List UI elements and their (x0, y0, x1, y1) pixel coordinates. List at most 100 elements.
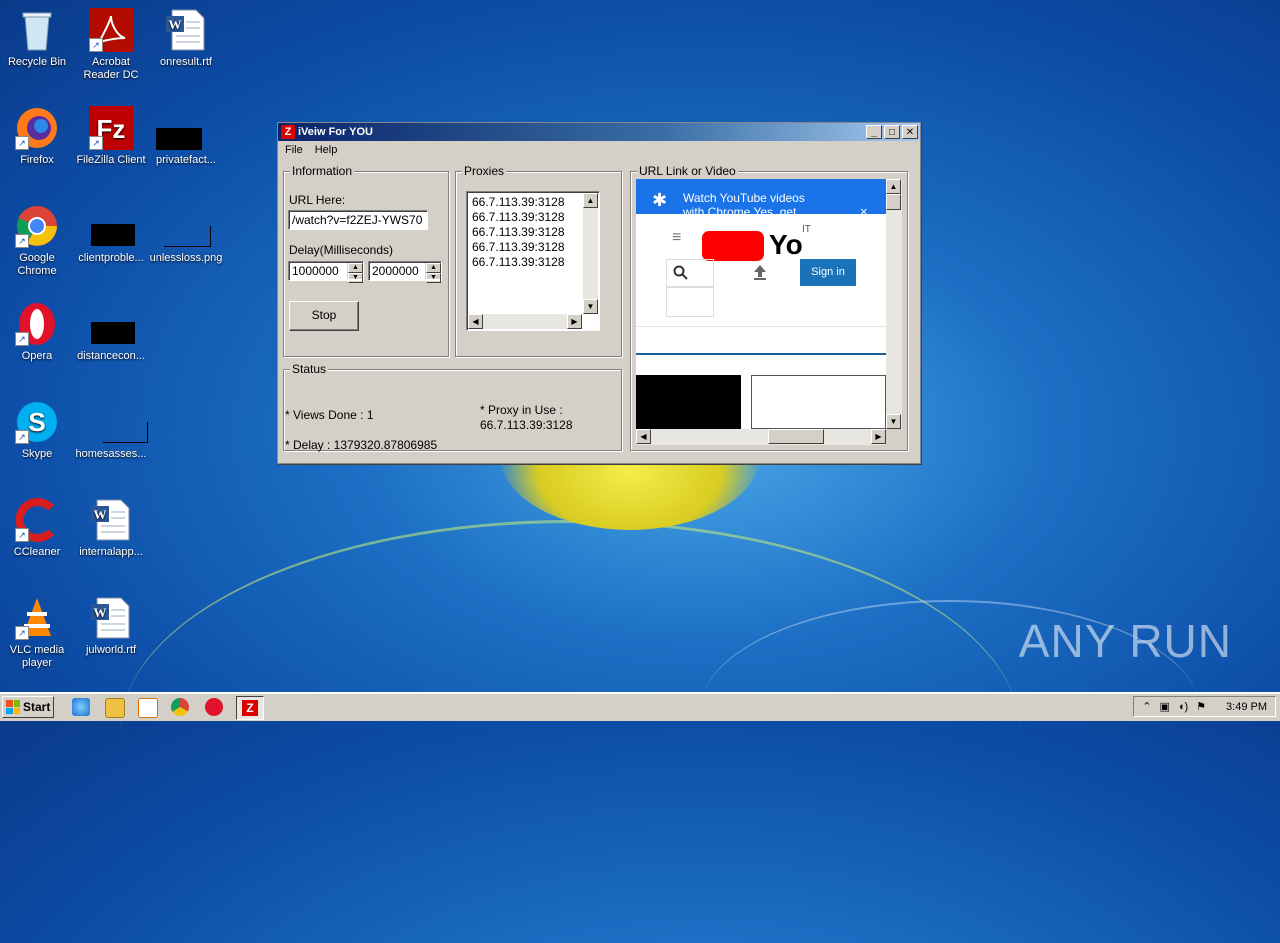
icon-label: VLC media player (9, 644, 65, 669)
scroll-right-icon[interactable]: ▶ (567, 314, 582, 329)
close-button[interactable]: ✕ (902, 125, 918, 139)
opera-taskbar-icon[interactable] (205, 698, 223, 716)
stop-button[interactable]: Stop (289, 301, 359, 331)
action-center-flag-icon[interactable]: ⚑ (1196, 700, 1206, 713)
menu-file[interactable]: File (285, 144, 303, 156)
redacted-thumbnail (91, 322, 135, 344)
video-thumbnail[interactable] (751, 375, 886, 429)
horizontal-scrollbar[interactable]: ◀ ▶ (468, 314, 582, 329)
acrobat-icon: ↗ (89, 8, 133, 52)
network-icon[interactable]: ▣ (1159, 700, 1169, 713)
browser-vertical-scrollbar[interactable]: ▲ ▼ (886, 179, 902, 429)
icon-label: clientproble... (78, 252, 144, 264)
system-tray: ⌃ ▣ ◖) ⚑ 3:49 PM (1133, 696, 1276, 717)
list-item[interactable]: 66.7.113.39:3128 (467, 255, 599, 270)
spin-down-icon[interactable]: ▼ (426, 273, 441, 283)
internet-explorer-icon[interactable] (72, 698, 90, 716)
desktop-icon-privatefact[interactable]: privatefact... (149, 106, 223, 167)
ccleaner-icon: ↗ (15, 498, 59, 542)
clock[interactable]: 3:49 PM (1226, 701, 1267, 713)
svg-text:W: W (94, 507, 107, 522)
desktop-icon-distancecon[interactable]: distancecon... (74, 302, 148, 363)
file-thumbnail-icon (89, 400, 148, 444)
scroll-down-icon[interactable]: ▼ (583, 299, 598, 314)
icon-label: privatefact... (156, 154, 216, 166)
scroll-down-icon[interactable]: ▼ (886, 414, 901, 429)
divider (636, 353, 886, 355)
hamburger-menu-icon[interactable]: ≡ (672, 229, 681, 247)
show-hidden-icons-icon[interactable]: ⌃ (1142, 700, 1151, 713)
desktop-icon-unlessloss[interactable]: unlessloss.png (149, 204, 223, 265)
desktop-icon-chrome[interactable]: ↗ Google Chrome (0, 204, 74, 278)
proxy-list[interactable]: 66.7.113.39:3128 66.7.113.39:3128 66.7.1… (466, 191, 600, 331)
volume-icon[interactable]: ◖) (1178, 701, 1188, 713)
scroll-left-icon[interactable]: ◀ (468, 314, 483, 329)
skype-icon: S ↗ (15, 400, 59, 444)
desktop-icon-vlc[interactable]: ↗ VLC media player (0, 596, 74, 670)
list-item[interactable]: 66.7.113.39:3128 (467, 225, 599, 240)
scroll-left-icon[interactable]: ◀ (636, 429, 651, 444)
search-field[interactable] (666, 287, 714, 317)
information-legend: Information (290, 164, 355, 178)
scroll-right-icon[interactable]: ▶ (871, 429, 886, 444)
spin-down-icon[interactable]: ▼ (348, 273, 363, 283)
iveiw-taskbar-button[interactable]: Z (236, 696, 264, 720)
opera-icon: ↗ (15, 302, 59, 346)
media-player-icon[interactable] (138, 698, 158, 718)
file-thumbnail-icon (156, 106, 208, 150)
icon-label: CCleaner (13, 546, 61, 558)
list-item[interactable]: 66.7.113.39:3128 (467, 195, 599, 210)
desktop-icon-clientproble[interactable]: clientproble... (74, 204, 148, 265)
spin-up-icon[interactable]: ▲ (348, 263, 363, 273)
firefox-icon: ↗ (15, 106, 59, 150)
delay-min-spinner[interactable]: ▲ ▼ (347, 263, 363, 283)
scroll-up-icon[interactable]: ▲ (583, 193, 598, 208)
scroll-thumb[interactable] (768, 429, 824, 444)
status-legend: Status (290, 362, 329, 376)
url-input[interactable]: /watch?v=f2ZEJ-YWS70 (288, 210, 428, 230)
shortcut-arrow-icon: ↗ (15, 136, 29, 150)
desktop-icon-ccleaner[interactable]: ↗ CCleaner (0, 498, 74, 559)
maximize-button[interactable]: □ (884, 125, 900, 139)
list-item[interactable]: 66.7.113.39:3128 (467, 210, 599, 225)
desktop-icon-homesasses[interactable]: homesasses... (74, 400, 148, 461)
upload-icon[interactable] (752, 263, 768, 281)
desktop-icon-filezilla[interactable]: Fz ↗ FileZilla Client (74, 106, 148, 167)
windows-logo-icon (6, 700, 20, 714)
sign-in-button[interactable]: Sign in (800, 259, 856, 286)
desktop-icon-opera[interactable]: ↗ Opera (0, 302, 74, 363)
desktop-icon-acrobat[interactable]: ↗ Acrobat Reader DC (74, 8, 148, 82)
redacted-thumbnail (164, 226, 211, 247)
shortcut-arrow-icon: ↗ (15, 626, 29, 640)
delay-max-spinner[interactable]: ▲ ▼ (425, 263, 441, 283)
desktop-icon-recycle-bin[interactable]: Recycle Bin (0, 8, 74, 69)
chrome-taskbar-icon[interactable] (171, 698, 189, 716)
file-explorer-icon[interactable] (105, 698, 125, 718)
title-bar[interactable]: Z iVeiw For YOU _ □ ✕ (278, 123, 920, 141)
desktop-icon-julworld[interactable]: W julworld.rtf (74, 596, 148, 657)
shortcut-arrow-icon: ↗ (15, 528, 29, 542)
banner-text: Watch YouTube videos (683, 191, 805, 205)
start-button[interactable]: Start (2, 696, 54, 718)
list-item[interactable]: 66.7.113.39:3128 (467, 240, 599, 255)
scroll-up-icon[interactable]: ▲ (886, 179, 901, 194)
minimize-button[interactable]: _ (866, 125, 882, 139)
banner-close-icon[interactable]: × (860, 205, 868, 214)
desktop-icon-internalapp[interactable]: W internalapp... (74, 498, 148, 559)
menu-bar: File Help (278, 141, 920, 159)
desktop-icon-skype[interactable]: S ↗ Skype (0, 400, 74, 461)
scroll-thumb[interactable] (886, 194, 901, 210)
spin-up-icon[interactable]: ▲ (426, 263, 441, 273)
shortcut-arrow-icon: ↗ (89, 136, 103, 150)
vertical-scrollbar[interactable]: ▲ ▼ (583, 193, 598, 314)
video-thumbnail[interactable] (636, 375, 741, 429)
desktop-icon-firefox[interactable]: ↗ Firefox (0, 106, 74, 167)
desktop-icon-onresult[interactable]: W onresult.rtf (149, 8, 223, 69)
word-document-icon: W (89, 498, 133, 542)
embedded-browser[interactable]: ✱ Watch YouTube videos with Chrome Yes, … (636, 179, 886, 429)
shortcut-arrow-icon: ↗ (15, 332, 29, 346)
search-button[interactable] (666, 259, 714, 287)
icon-label: Opera (21, 350, 53, 362)
browser-horizontal-scrollbar[interactable]: ◀ ▶ (636, 429, 886, 445)
menu-help[interactable]: Help (315, 144, 338, 156)
